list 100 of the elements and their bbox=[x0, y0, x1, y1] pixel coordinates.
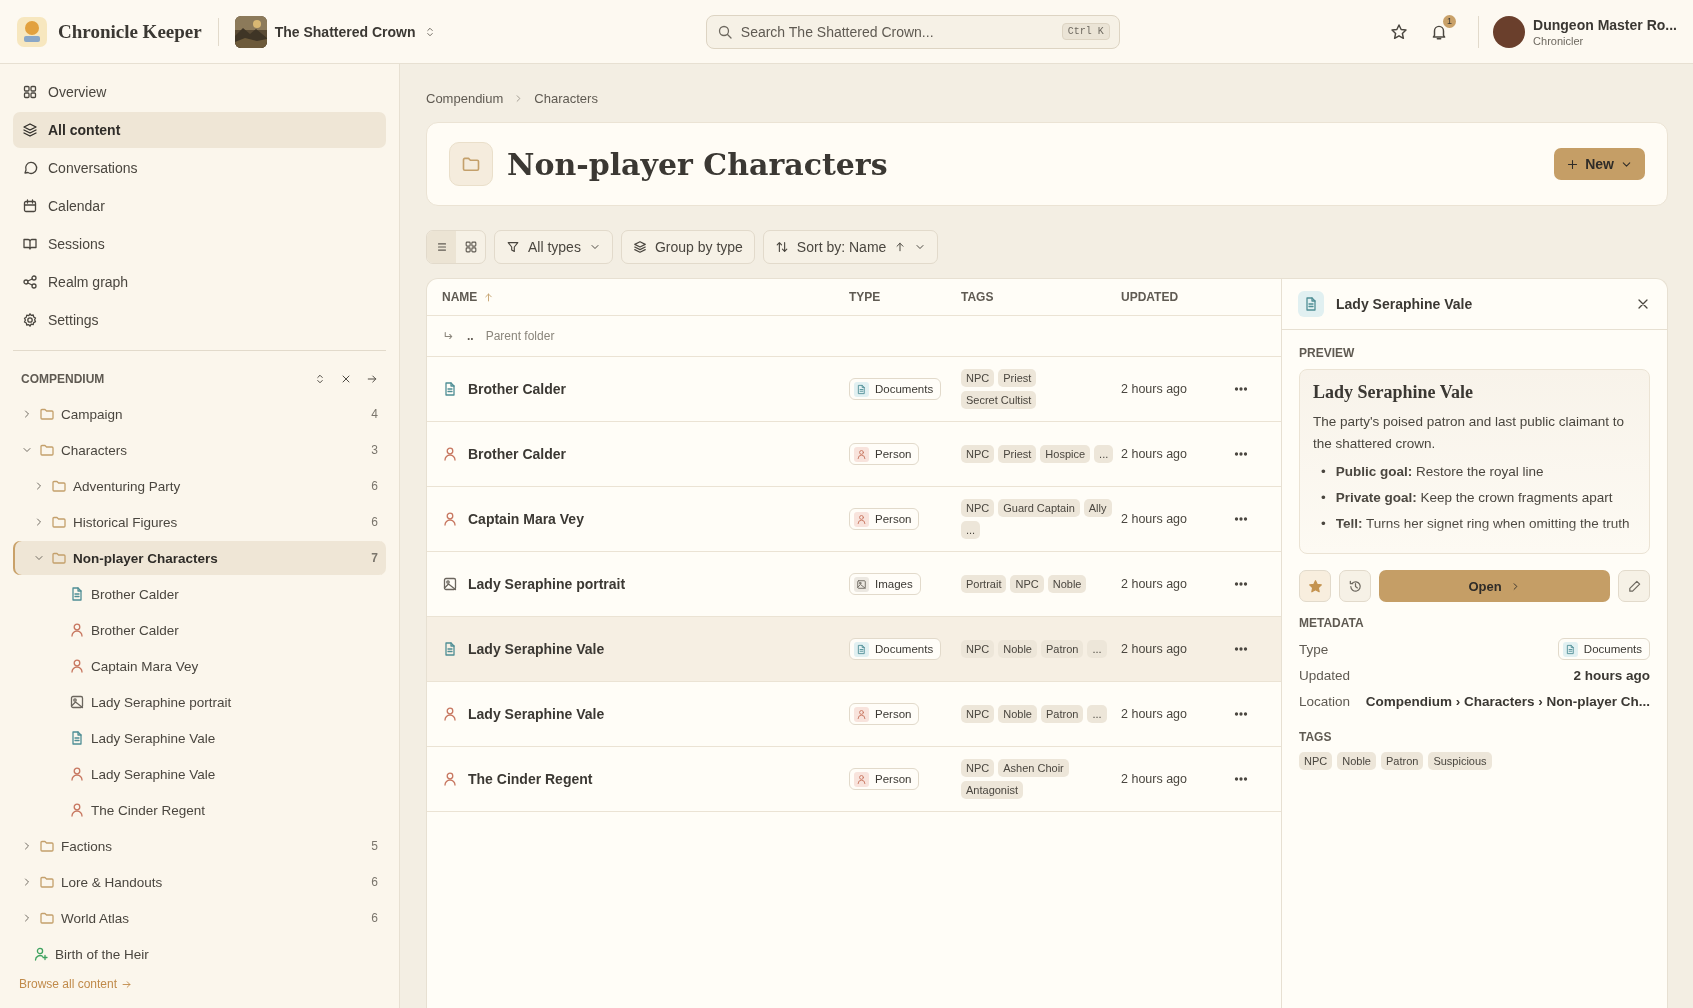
section-label: METADATA bbox=[1299, 616, 1365, 630]
nav-item[interactable]: Overview bbox=[13, 74, 386, 110]
item-name: The Cinder Regent bbox=[468, 771, 593, 787]
item-name: Brother Calder bbox=[468, 381, 567, 397]
parent-folder-link[interactable]: Parent folder bbox=[485, 329, 555, 343]
breadcrumb-link[interactable]: Characters bbox=[534, 90, 598, 106]
folder-icon bbox=[39, 442, 55, 458]
nav-item[interactable]: Realm graph bbox=[13, 264, 386, 300]
tree-item[interactable]: Lady Seraphine Vale bbox=[13, 757, 386, 791]
tree-item[interactable]: Campaign 4 bbox=[13, 397, 386, 431]
column-header[interactable]: UPDATED bbox=[1121, 290, 1179, 304]
tag: NPC bbox=[961, 640, 995, 658]
table-row[interactable]: Lady Seraphine Vale Documents NPC Noble Patron ... 2 hours ago bbox=[427, 617, 1281, 682]
preview-heading: Lady Seraphine Vale bbox=[1313, 382, 1475, 403]
open-button[interactable]: Open bbox=[1379, 570, 1610, 602]
avatar[interactable] bbox=[1493, 15, 1526, 48]
logo-icon bbox=[16, 15, 48, 48]
arrow-right-icon bbox=[121, 978, 133, 990]
table-row[interactable]: Brother Calder Person NPC Priest Hospice ... 2 hours ago bbox=[427, 422, 1281, 487]
bullet-mark: • bbox=[1321, 489, 1326, 507]
tree-item[interactable]: Characters 3 bbox=[13, 433, 386, 467]
tree-item[interactable]: World Atlas 6 bbox=[13, 901, 386, 935]
tag: NPC bbox=[961, 759, 995, 777]
campaign-selector[interactable]: The Shattered Crown bbox=[274, 23, 436, 40]
nav-item[interactable]: All content bbox=[13, 112, 386, 148]
tag: Noble bbox=[1337, 752, 1376, 770]
tree-item[interactable]: Non-player Characters 7 bbox=[13, 541, 386, 575]
type-chip: Images bbox=[849, 573, 921, 595]
edit-button[interactable] bbox=[1618, 570, 1650, 602]
tag: Secret Cultist bbox=[961, 391, 1037, 409]
table-row[interactable]: The Cinder Regent Person NPC Ashen Choir Antagonist 2 hours ago bbox=[427, 747, 1281, 812]
page-title: Non-player Characters bbox=[507, 146, 888, 182]
tag: ... bbox=[961, 521, 981, 539]
collapse-button[interactable] bbox=[340, 373, 352, 385]
type-chip: Person bbox=[849, 703, 920, 725]
tree-item[interactable]: Captain Mara Vey bbox=[13, 649, 386, 683]
sort-button[interactable]: Sort by: Name bbox=[762, 230, 939, 264]
tree-item[interactable]: Lore & Handouts 6 bbox=[13, 865, 386, 899]
tag: Hospice bbox=[1040, 445, 1091, 463]
tag: Ally bbox=[1083, 499, 1112, 517]
image-icon bbox=[442, 576, 458, 592]
person-icon bbox=[442, 511, 458, 527]
table-row[interactable]: Captain Mara Vey Person NPC Guard Captain Ally ... 2 hours ago bbox=[427, 487, 1281, 552]
tree-item[interactable]: Brother Calder bbox=[13, 613, 386, 647]
notifications-button[interactable]: 1 bbox=[1430, 14, 1457, 41]
updated-time: 2 hours ago bbox=[1121, 447, 1189, 461]
preview-bullet: Public goal: Restore the royal line bbox=[1335, 463, 1544, 481]
section-label: PREVIEW bbox=[1299, 346, 1356, 360]
calendar-icon bbox=[22, 198, 38, 214]
arrow-up-icon bbox=[894, 241, 907, 253]
nav-item[interactable]: Sessions bbox=[13, 226, 386, 262]
expand-all-button[interactable] bbox=[314, 373, 326, 385]
tree-item[interactable]: The Cinder Regent bbox=[13, 793, 386, 827]
open-compendium-button[interactable] bbox=[366, 373, 378, 385]
favorites-button[interactable] bbox=[1390, 22, 1409, 41]
tag: Noble bbox=[998, 640, 1037, 658]
history-button[interactable] bbox=[1339, 570, 1371, 602]
column-header[interactable]: TYPE bbox=[849, 290, 881, 304]
type-chip: Documents bbox=[849, 638, 942, 660]
tree-item[interactable]: Lady Seraphine portrait bbox=[13, 685, 386, 719]
grid-icon bbox=[22, 84, 38, 100]
tree-item[interactable]: Factions 5 bbox=[13, 829, 386, 863]
document-icon bbox=[442, 641, 458, 657]
new-button[interactable]: New bbox=[1554, 148, 1645, 180]
nav-item[interactable]: Conversations bbox=[13, 150, 386, 186]
nav-item[interactable]: Calendar bbox=[13, 188, 386, 224]
breadcrumb-link[interactable]: Compendium bbox=[426, 90, 504, 106]
tag: Ashen Choir bbox=[998, 759, 1069, 777]
tag: NPC bbox=[961, 705, 995, 723]
person-icon bbox=[856, 448, 867, 460]
bullet-mark: • bbox=[1321, 515, 1326, 533]
preview-bullet: Tell: Turns her signet ring when omitting the truth bbox=[1335, 515, 1630, 533]
tree-item[interactable]: Lady Seraphine Vale bbox=[13, 721, 386, 755]
table-row[interactable]: Lady Seraphine Vale Person NPC Noble Patron ... 2 hours ago bbox=[427, 682, 1281, 747]
item-name: Captain Mara Vey bbox=[468, 511, 584, 527]
user-name: Dungeon Master Ro... bbox=[1533, 16, 1677, 33]
tag: Suspicious bbox=[1428, 752, 1492, 770]
notification-badge: 1 bbox=[1443, 14, 1457, 28]
preview-text: The party's poised patron and last public claimant to the shattered crown. bbox=[1313, 413, 1625, 453]
column-header[interactable]: NAME bbox=[442, 290, 478, 304]
person-icon bbox=[442, 771, 458, 787]
tree-item[interactable]: Adventuring Party 6 bbox=[13, 469, 386, 503]
table-row[interactable]: Brother Calder Documents NPC Priest Secret Cultist 2 hours ago bbox=[427, 357, 1281, 422]
tree-item[interactable]: Brother Calder bbox=[13, 577, 386, 611]
group-button[interactable]: Group by type bbox=[620, 230, 755, 264]
folder-icon bbox=[51, 514, 67, 530]
updated-time: 2 hours ago bbox=[1121, 772, 1189, 786]
section-title: COMPENDIUM bbox=[21, 372, 105, 386]
filter-icon bbox=[506, 240, 520, 254]
person-icon bbox=[856, 513, 867, 525]
updated-time: 2 hours ago bbox=[1121, 707, 1189, 721]
tree-item[interactable]: Birth of the Heir bbox=[13, 937, 386, 971]
nav-item[interactable]: Settings bbox=[13, 302, 386, 338]
person-add-icon bbox=[33, 946, 49, 962]
chat-icon bbox=[22, 160, 38, 176]
type-filter[interactable]: All types bbox=[494, 230, 613, 264]
tree-item[interactable]: Historical Figures 6 bbox=[13, 505, 386, 539]
favorite-button[interactable] bbox=[1299, 570, 1331, 602]
document-icon bbox=[856, 383, 867, 395]
column-header[interactable]: TAGS bbox=[961, 290, 994, 304]
